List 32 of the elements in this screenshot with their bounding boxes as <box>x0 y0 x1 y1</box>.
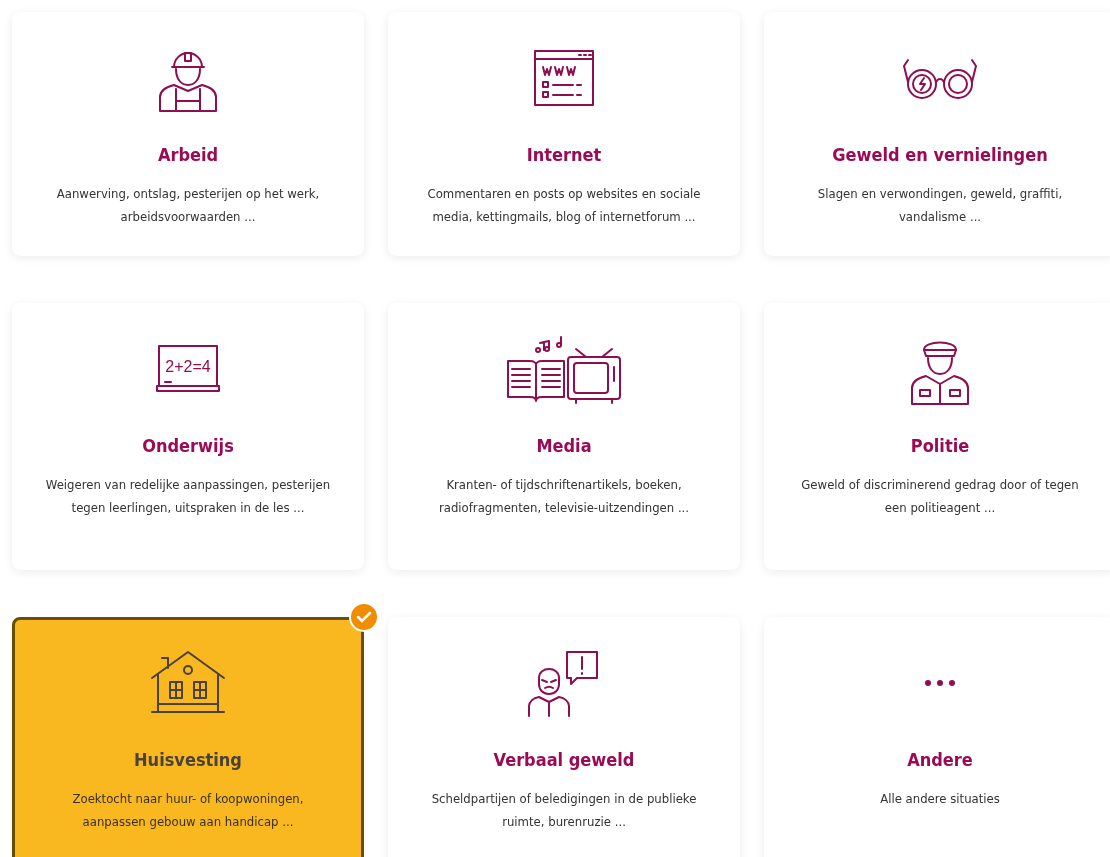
category-card[interactable]: Verbaal geweld Scheldpartijen of beledigingen in de publieke ruimte, burenruzie ... <box>388 617 740 857</box>
card-description: Aanwerving, ontslag, pesterijen op het werk, arbeidsvoorwaarden ... <box>55 185 321 226</box>
category-card[interactable]: Politie Geweld of discriminerend gedrag door of tegen een politieagent ... <box>764 303 1110 570</box>
card-description: Weigeren van redelijke aanpassingen, pesterijen tegen leerlingen, uitspraken in de les ... <box>44 476 332 517</box>
card-title: Huisvesting <box>134 748 242 772</box>
category-card[interactable]: Arbeid Aanwerving, ontslag, pesterijen op het werk, arbeidsvoorwaarden ... <box>12 12 364 256</box>
browser-window-icon <box>533 49 595 107</box>
card-description: Alle andere situaties <box>880 790 1000 808</box>
category-card[interactable]: Andere Alle andere situaties <box>764 617 1110 857</box>
more-dots-icon <box>925 680 955 686</box>
category-card[interactable]: Geweld en vernielingen Slagen en verwondingen, geweld, graffiti, vandalisme ... <box>764 12 1110 256</box>
card-title: Andere <box>907 748 973 772</box>
card-title: Geweld en vernielingen <box>832 143 1048 167</box>
category-card[interactable]: Internet Commentaren en posts op websites en sociale media, kettingmails, blog of internetforum ... <box>388 12 740 256</box>
checkmark-badge-icon <box>349 602 379 632</box>
card-title: Internet <box>526 143 602 167</box>
card-title: Politie <box>910 434 970 458</box>
category-card[interactable]: 2+2=4 Onderwijs Weigeren van redelijke aanpassingen, pesterijen tegen leerlingen, uitspraken in de les ... <box>12 303 364 570</box>
card-description: Commentaren en posts op websites en sociale media, kettingmails, blog of internetforum ... <box>426 185 702 226</box>
card-title: Onderwijs <box>142 434 234 458</box>
category-card[interactable]: Media Kranten- of tijdschriftenartikels, boeken, radiofragmenten, televisie-uitzendingen ... <box>388 303 740 570</box>
card-description: Geweld of discriminerend gedrag door of tegen een politieagent ... <box>800 476 1080 517</box>
card-description: Zoektocht naar huur- of koopwoningen, aanpassen gebouw aan handicap ... <box>71 790 305 831</box>
card-title: Media <box>536 434 592 458</box>
card-description: Kranten- of tijdschriftenartikels, boeken, radiofragmenten, televisie-uitzendingen ... <box>437 476 691 517</box>
card-title: Arbeid <box>157 143 219 167</box>
card-description: Slagen en verwondingen, geweld, graffiti, vandalisme ... <box>816 185 1064 226</box>
angry-person-with-speech-bubble-icon <box>527 648 601 718</box>
card-description: Scheldpartijen of beledigingen in de publieke ruimte, burenruzie ... <box>430 790 698 831</box>
category-card[interactable]: Huisvesting Zoektocht naar huur- of koopwoningen, aanpassen gebouw aan handicap ... <box>12 617 364 857</box>
card-title: Verbaal geweld <box>493 748 635 772</box>
book-and-tv-icon <box>506 333 622 405</box>
